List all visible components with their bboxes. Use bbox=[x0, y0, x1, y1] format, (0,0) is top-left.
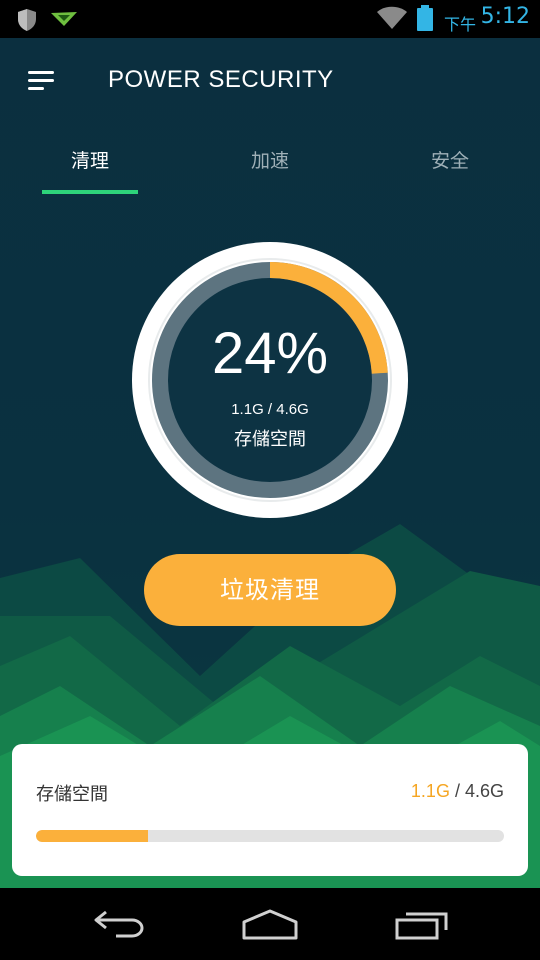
app-screen: POWER SECURITY 清理 加速 安全 24% 1.1G / 4.6G … bbox=[0, 38, 540, 888]
storage-card-label: 存儲空間 bbox=[36, 784, 108, 805]
storage-used: 1.1G bbox=[410, 781, 450, 801]
status-ampm: 下午 bbox=[443, 15, 476, 34]
junk-clean-button[interactable]: 垃圾清理 bbox=[144, 554, 396, 626]
gauge-label: 存儲空間 bbox=[234, 429, 306, 450]
storage-usage: 1.1G / 4.6G bbox=[231, 401, 309, 418]
storage-separator: / bbox=[449, 781, 465, 801]
status-bar: 下午 5:12 bbox=[0, 0, 540, 38]
airdroid-icon bbox=[51, 12, 77, 26]
status-time: 5:12 bbox=[480, 4, 530, 29]
back-icon[interactable] bbox=[92, 908, 148, 940]
storage-progress-fill bbox=[36, 830, 149, 842]
tab-clean[interactable]: 清理 bbox=[0, 146, 180, 173]
tab-speed-up[interactable]: 加速 bbox=[180, 146, 360, 173]
shield-icon bbox=[18, 9, 36, 31]
tab-bar: 清理 加速 安全 bbox=[0, 136, 540, 196]
active-tab-indicator bbox=[42, 190, 138, 194]
storage-progress-bar bbox=[36, 830, 504, 842]
storage-card-values: 1.1G / 4.6G bbox=[411, 781, 504, 802]
wifi-icon bbox=[377, 6, 407, 29]
system-nav-bar bbox=[0, 888, 540, 960]
storage-total: 4.6G bbox=[464, 781, 504, 801]
hamburger-menu-icon[interactable] bbox=[28, 71, 58, 91]
recent-apps-icon[interactable] bbox=[394, 908, 450, 940]
storage-percent: 24% bbox=[211, 321, 329, 386]
app-title: POWER SECURITY bbox=[108, 66, 334, 93]
battery-icon bbox=[417, 5, 433, 31]
tab-security[interactable]: 安全 bbox=[360, 146, 540, 173]
storage-gauge: 24% 1.1G / 4.6G 存儲空間 bbox=[130, 240, 410, 520]
storage-card: 存儲空間 1.1G / 4.6G bbox=[12, 744, 528, 876]
home-icon[interactable] bbox=[240, 908, 300, 940]
